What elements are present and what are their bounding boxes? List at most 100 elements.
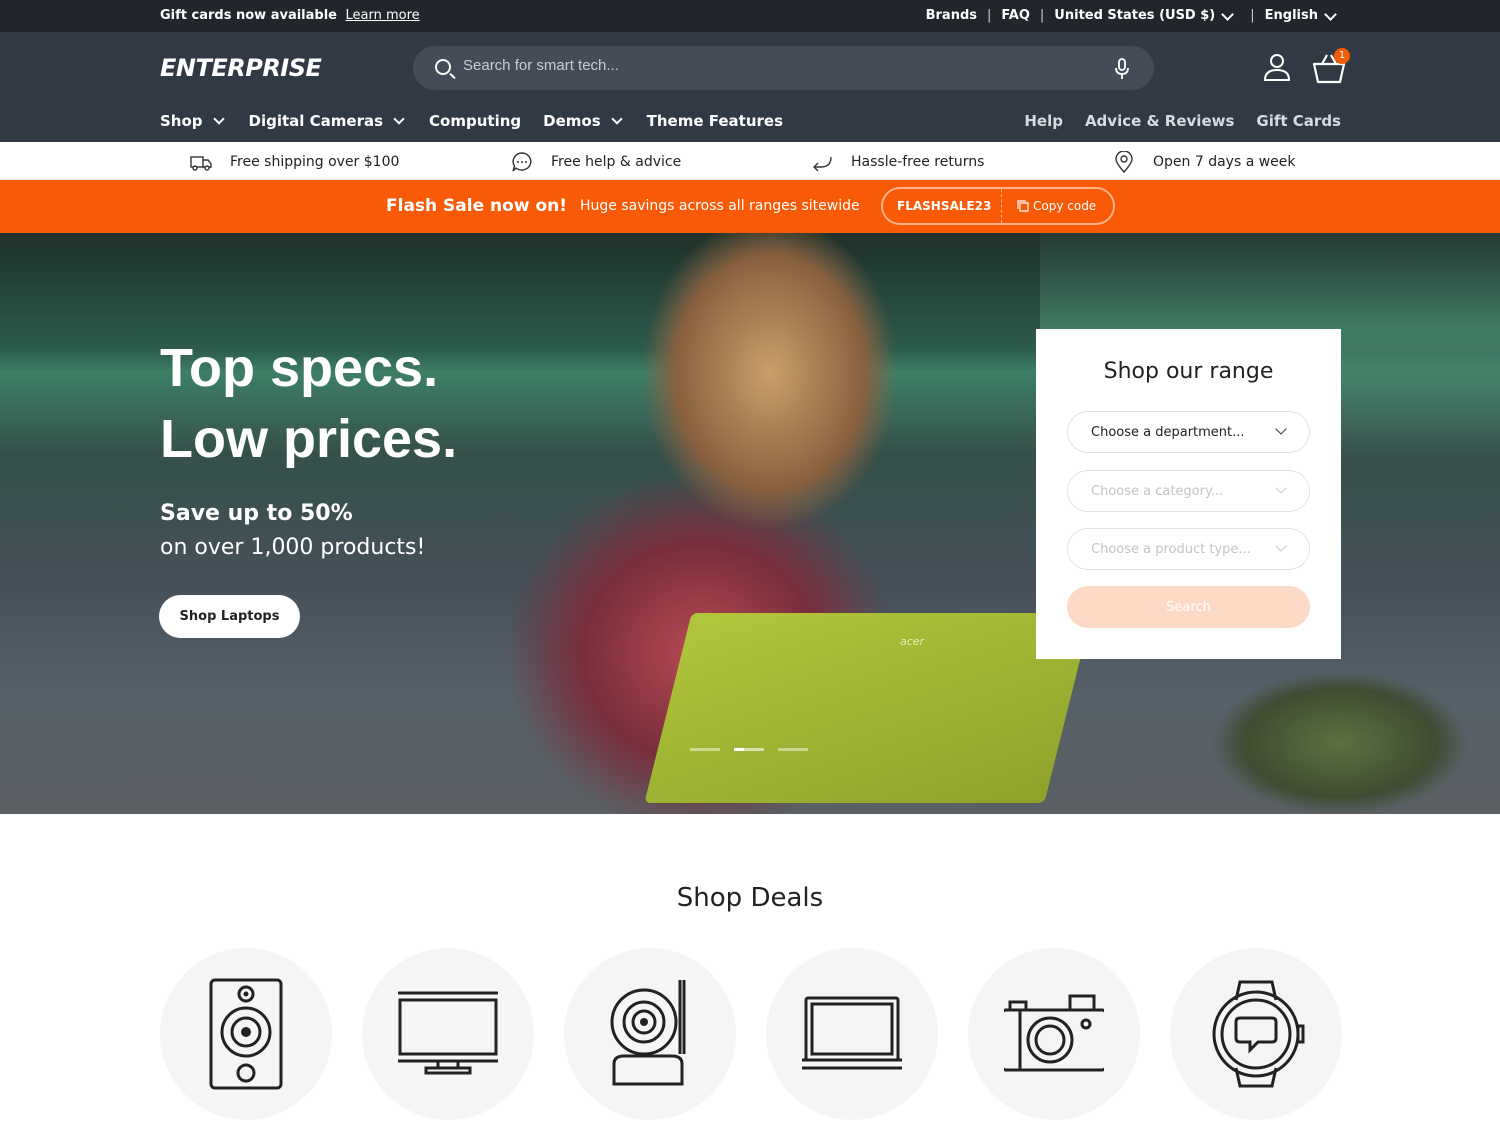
usp-label: Open 7 days a week xyxy=(1153,154,1296,170)
flash-subtitle: Huge savings across all ranges sitewide xyxy=(580,198,860,214)
hero-background-trees xyxy=(1180,653,1500,814)
flash-title: Flash Sale now on! xyxy=(386,196,567,216)
announcement-text-wrap: Gift cards now available Learn more xyxy=(160,8,420,23)
shop-laptops-button[interactable]: Shop Laptops xyxy=(159,595,300,638)
chevron-down-icon xyxy=(212,112,225,125)
location-pin-icon xyxy=(1115,151,1133,173)
language-label: English xyxy=(1264,8,1318,23)
nav-label: Shop xyxy=(160,112,203,130)
nav-gift-cards[interactable]: Gift Cards xyxy=(1256,112,1341,130)
range-search-button[interactable]: Search xyxy=(1067,586,1310,628)
account-icon[interactable] xyxy=(1262,52,1292,82)
copy-code-button[interactable]: Copy code xyxy=(1017,199,1096,213)
shop-deals-title: Shop Deals xyxy=(676,883,824,913)
truck-icon xyxy=(190,156,212,171)
nav-help[interactable]: Help xyxy=(1024,112,1063,130)
deal-speakers[interactable] xyxy=(160,948,332,1120)
nav-label: Digital Cameras xyxy=(248,112,384,130)
brands-link[interactable]: Brands xyxy=(926,8,977,23)
separator: | xyxy=(1250,8,1255,23)
hero-heading-line1: Top specs. xyxy=(160,338,439,398)
region-label: United States (USD $) xyxy=(1054,8,1216,23)
speaker-icon xyxy=(209,978,283,1090)
site-header: ENTERPRISE 1 Shop Digital Cameras Comput… xyxy=(0,32,1500,142)
nav-demos[interactable]: Demos xyxy=(543,112,625,130)
separator: | xyxy=(1039,8,1045,23)
smartwatch-icon xyxy=(1212,980,1305,1088)
learn-more-link[interactable]: Learn more xyxy=(346,8,420,23)
category-select[interactable]: Choose a category... xyxy=(1067,470,1310,512)
camera-icon xyxy=(1004,994,1104,1072)
usp-label: Free help & advice xyxy=(551,154,682,170)
chevron-down-icon xyxy=(393,112,405,125)
copy-label: Copy code xyxy=(1033,199,1097,213)
faq-link[interactable]: FAQ xyxy=(1001,8,1030,23)
nav-theme-features[interactable]: Theme Features xyxy=(647,112,783,130)
hero-heading: Top specs. Low prices. xyxy=(160,333,457,475)
region-selector[interactable]: United States (USD $) xyxy=(1054,8,1240,23)
logo[interactable]: ENTERPRISE xyxy=(160,54,322,82)
usp-shipping: Free shipping over $100 xyxy=(190,151,399,173)
return-arrow-icon xyxy=(813,156,832,172)
discount-code-box: FLASHSALE23 Copy code xyxy=(881,187,1115,225)
hero-banner: acer Top specs. Low prices. Save up to 5… xyxy=(0,233,1500,814)
usp-label: Free shipping over $100 xyxy=(230,154,400,170)
nav-advice-reviews[interactable]: Advice & Reviews xyxy=(1085,112,1234,130)
announcement-text: Gift cards now available xyxy=(160,8,337,23)
shop-range-title: Shop our range xyxy=(1103,359,1274,384)
deal-laptops[interactable] xyxy=(766,948,938,1120)
microphone-icon[interactable] xyxy=(1114,58,1130,80)
select-value: Choose a product type... xyxy=(1091,542,1251,557)
nav-shop[interactable]: Shop xyxy=(160,112,227,130)
separator: | xyxy=(987,8,992,23)
select-value: Choose a category... xyxy=(1091,484,1224,499)
usp-bar: Free shipping over $100 Free help & advi… xyxy=(0,142,1500,180)
copy-icon xyxy=(1017,200,1029,212)
main-nav: Shop Digital Cameras Computing Demos The… xyxy=(160,112,783,130)
language-selector[interactable]: English xyxy=(1265,8,1343,23)
monitor-icon xyxy=(398,991,498,1075)
hero-heading-line2: Low prices. xyxy=(160,409,458,469)
deal-smartwatches[interactable] xyxy=(1170,948,1342,1120)
chevron-down-icon xyxy=(1275,540,1287,552)
deal-tvs[interactable] xyxy=(362,948,534,1120)
chevron-down-icon xyxy=(1324,8,1337,21)
secondary-nav: Help Advice & Reviews Gift Cards xyxy=(1024,112,1341,130)
hero-subheading: Save up to 50% xyxy=(160,501,353,526)
nav-digital-cameras[interactable]: Digital Cameras xyxy=(249,112,408,130)
announcement-bar: Gift cards now available Learn more Bran… xyxy=(0,0,1500,32)
slide-dot[interactable] xyxy=(778,748,808,751)
flash-sale-bar: Flash Sale now on! Huge savings across a… xyxy=(0,180,1500,233)
shop-range-panel: Shop our range Choose a department... Ch… xyxy=(1036,329,1341,659)
select-value: Choose a department... xyxy=(1091,425,1245,440)
nav-label: Computing xyxy=(429,112,522,130)
deal-cameras[interactable] xyxy=(968,948,1140,1120)
utility-links: Brands | FAQ | United States (USD $) | E… xyxy=(926,8,1343,23)
nav-label: Demos xyxy=(543,112,601,130)
cart-count-badge: 1 xyxy=(1334,48,1350,64)
department-select[interactable]: Choose a department... xyxy=(1067,411,1310,453)
discount-code: FLASHSALE23 xyxy=(897,199,992,213)
hero-subtext: on over 1,000 products! xyxy=(160,535,426,560)
deal-webcams[interactable] xyxy=(564,948,736,1120)
usp-label: Hassle-free returns xyxy=(851,154,985,170)
usp-help: Free help & advice xyxy=(511,151,681,173)
chevron-down-icon xyxy=(1221,8,1235,21)
usp-returns: Hassle-free returns xyxy=(811,151,984,173)
slide-dot[interactable] xyxy=(690,748,720,751)
chevron-down-icon xyxy=(1275,423,1287,435)
search-bar xyxy=(413,46,1154,90)
search-input[interactable] xyxy=(463,57,1083,74)
product-type-select[interactable]: Choose a product type... xyxy=(1067,528,1310,570)
laptop-icon xyxy=(802,996,902,1070)
nav-computing[interactable]: Computing xyxy=(429,112,521,130)
laptop-brand-logo: acer xyxy=(900,635,925,648)
divider xyxy=(1001,189,1002,223)
chevron-down-icon xyxy=(1275,482,1287,494)
search-icon[interactable] xyxy=(435,59,451,75)
chevron-down-icon xyxy=(610,112,623,125)
webcam-icon xyxy=(610,980,686,1086)
usp-hours: Open 7 days a week xyxy=(1113,151,1296,173)
slide-dot-active[interactable] xyxy=(734,748,764,751)
nav-label: Theme Features xyxy=(646,112,784,130)
